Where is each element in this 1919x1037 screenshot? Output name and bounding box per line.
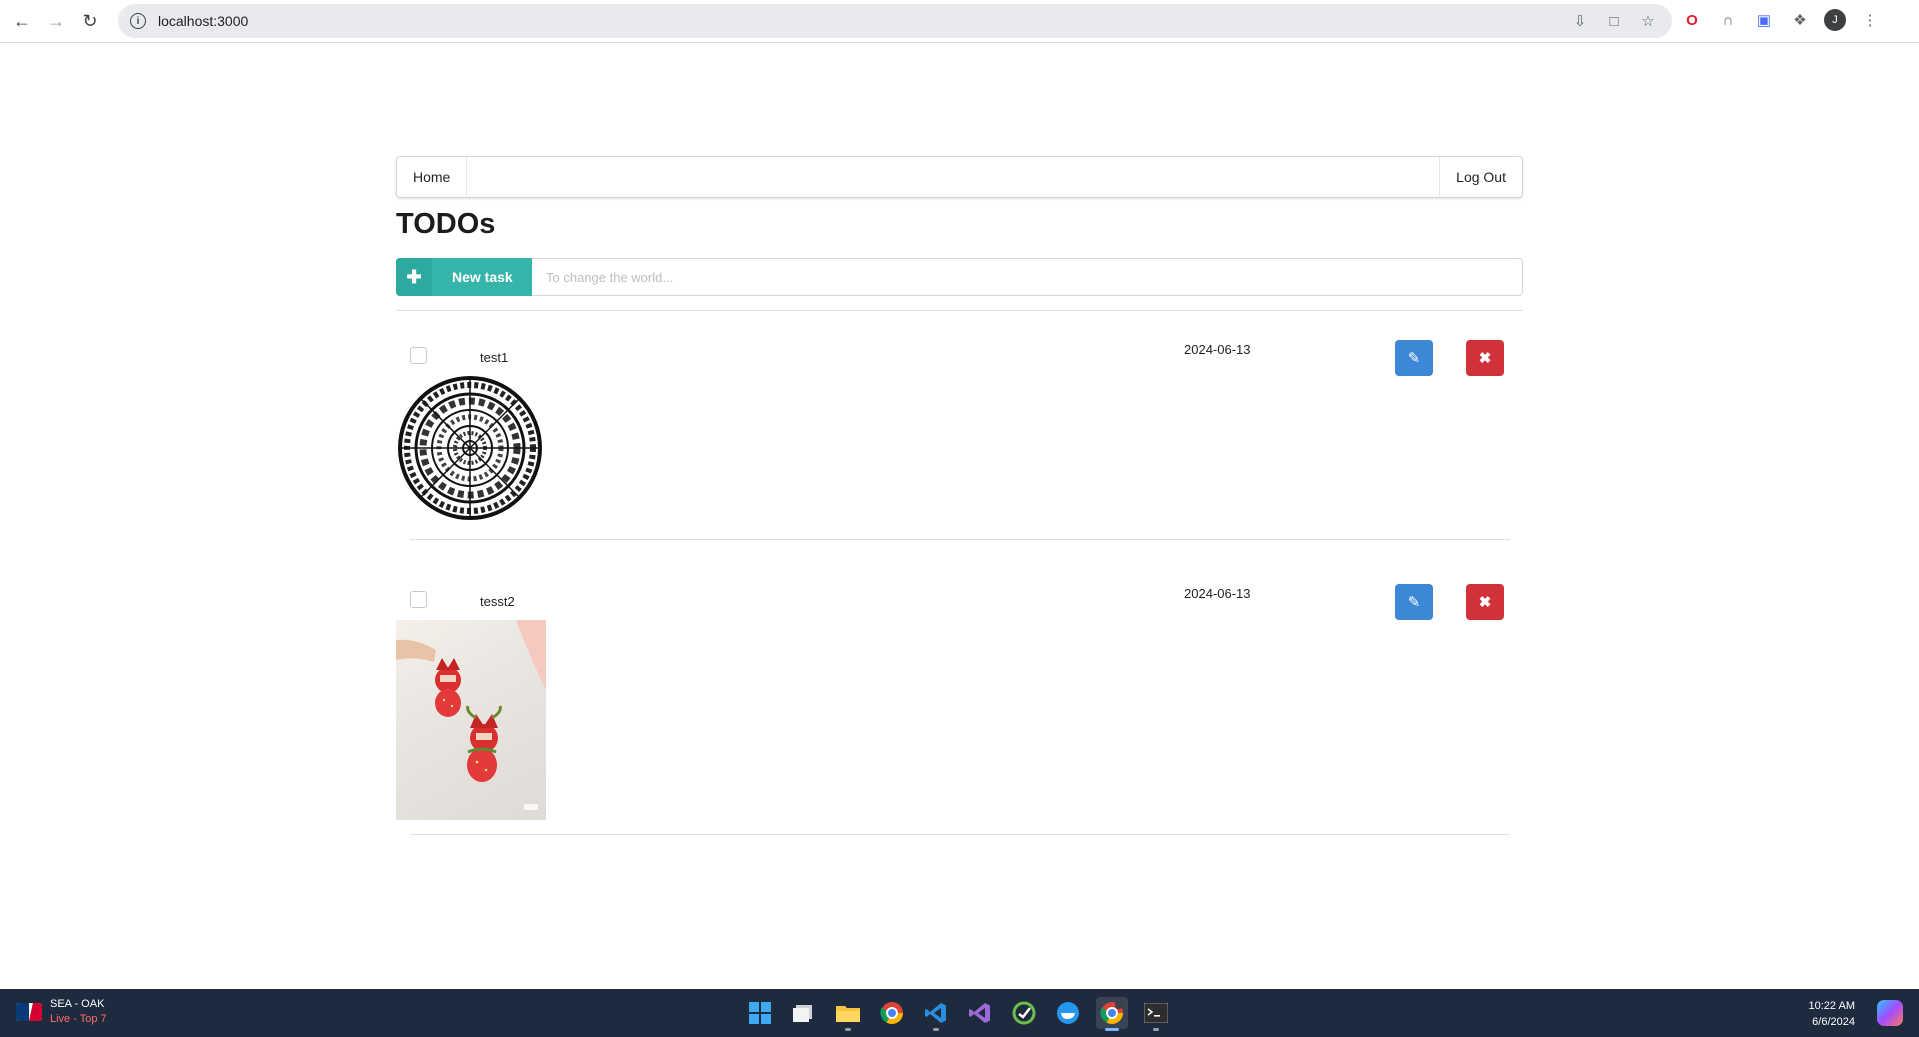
profile-avatar[interactable]: J [1824, 9, 1846, 31]
extensions-puzzle-icon[interactable]: ❖ [1788, 8, 1812, 32]
todo-checkbox[interactable] [410, 347, 427, 364]
delete-button[interactable]: ✖ [1466, 584, 1504, 620]
todo-image-photo [396, 620, 546, 820]
reload-icon[interactable]: ↻ [76, 7, 104, 35]
docker-icon[interactable] [1052, 997, 1084, 1029]
close-icon: ✖ [1478, 594, 1492, 611]
visual-studio-icon[interactable] [964, 997, 996, 1029]
pencil-icon: ✎ [1407, 350, 1421, 367]
edit-button[interactable]: ✎ [1395, 340, 1433, 376]
todo-title: tesst2 [480, 594, 515, 609]
new-task-input[interactable] [532, 258, 1523, 296]
clock-time: 10:22 AM [1808, 1000, 1855, 1012]
address-bar[interactable]: i localhost:3000 ⇩ □ ☆ [118, 4, 1672, 38]
translate-icon[interactable]: □ [1604, 11, 1624, 31]
delete-button[interactable]: ✖ [1466, 340, 1504, 376]
sports-widget[interactable]: SEA - OAK Live - Top 7 [16, 997, 107, 1027]
vscode-icon[interactable] [920, 997, 952, 1031]
todo-date: 2024-06-13 [1184, 342, 1251, 357]
browser-toolbar: ← → ↻ i localhost:3000 ⇩ □ ☆ O ∩ ▣ ❖ J ⋮ [0, 0, 1919, 43]
nav-home-link[interactable]: Home [397, 157, 468, 197]
add-task-form: ✚ New task [396, 258, 1523, 296]
forward-icon[interactable]: → [42, 7, 70, 35]
score-status: Live - Top 7 [50, 1013, 107, 1025]
os-taskbar: SEA - OAK Live - Top 7 10:22 AM 6/6/2024 [0, 989, 1919, 1037]
score-teams: SEA - OAK [50, 998, 105, 1010]
mlb-logo-icon [16, 1003, 42, 1021]
task-view-icon[interactable] [788, 997, 820, 1029]
divider [396, 310, 1523, 311]
install-app-icon[interactable]: ⇩ [1570, 11, 1590, 31]
terminal-icon[interactable] [1140, 997, 1172, 1031]
page-title: TODOs [396, 208, 496, 240]
todo-checkbox[interactable] [410, 591, 427, 608]
logout-link[interactable]: Log Out [1439, 157, 1522, 197]
menu-kebab-icon[interactable]: ⋮ [1858, 8, 1882, 32]
chrome-profile-icon[interactable] [1096, 997, 1128, 1031]
opera-extension-icon[interactable]: O [1680, 8, 1704, 32]
site-info-icon[interactable]: i [130, 13, 146, 29]
new-task-label: New task [452, 269, 513, 285]
todo-date: 2024-06-13 [1184, 586, 1251, 601]
close-icon: ✖ [1478, 350, 1492, 367]
todo-divider [410, 539, 1510, 540]
clock-date: 6/6/2024 [1812, 1016, 1855, 1028]
new-task-button[interactable]: ✚ New task [396, 258, 532, 296]
chrome-icon[interactable] [876, 997, 908, 1029]
bookmark-star-icon[interactable]: ☆ [1638, 11, 1658, 31]
extension-screen-icon[interactable]: ▣ [1752, 8, 1776, 32]
extension-arc-icon[interactable]: ∩ [1716, 8, 1740, 32]
todo-image-mandala [398, 376, 542, 520]
top-menu: Home Log Out [396, 156, 1523, 198]
pencil-icon: ✎ [1407, 594, 1421, 611]
system-clock[interactable]: 10:22 AM 6/6/2024 [1809, 998, 1855, 1030]
todo-divider [410, 834, 1510, 835]
plus-icon: ✚ [396, 258, 432, 296]
start-menu-icon[interactable] [744, 997, 776, 1029]
app-green-icon[interactable] [1008, 997, 1040, 1029]
url-text[interactable]: localhost:3000 [158, 13, 248, 29]
todo-title: test1 [480, 350, 509, 365]
copilot-icon[interactable] [1877, 1000, 1903, 1026]
file-explorer-icon[interactable] [832, 997, 864, 1031]
edit-button[interactable]: ✎ [1395, 584, 1433, 620]
back-icon[interactable]: ← [8, 7, 36, 35]
